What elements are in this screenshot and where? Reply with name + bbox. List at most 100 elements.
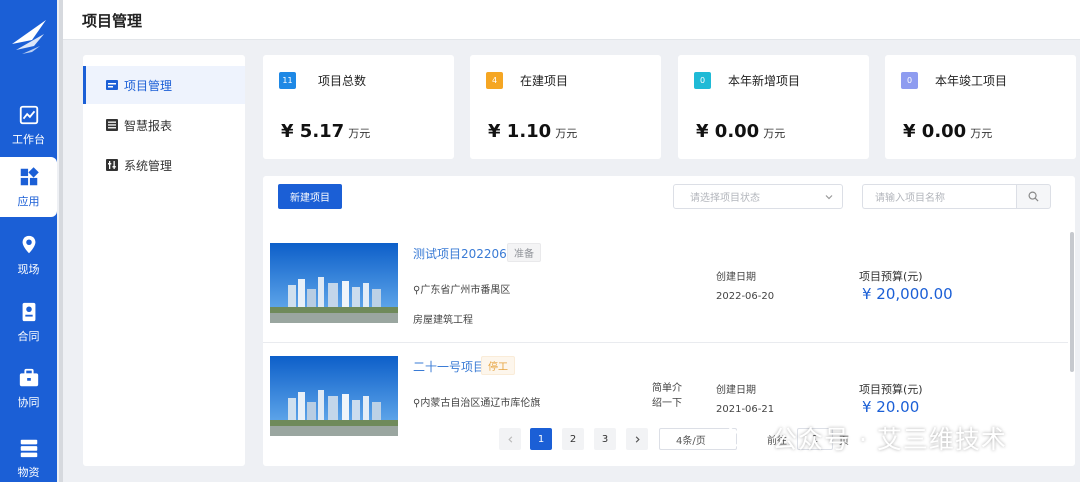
chevron-down-icon [825, 195, 833, 200]
next-page-button[interactable] [626, 428, 648, 450]
page-title: 项目管理 [82, 12, 143, 30]
stat-value: ¥ 1.10 万元 [488, 121, 577, 142]
stat-value: ¥ 0.00 万元 [903, 121, 992, 142]
search-placeholder: 请输入项目名称 [875, 193, 945, 204]
stat-card-in-progress: 4 在建项目 ¥ 1.10 万元 [470, 55, 661, 159]
rail-item-label: 合同 [17, 329, 40, 343]
rail-item-label: 物资 [17, 465, 40, 479]
stat-amount: ¥ 5.17 [281, 121, 345, 142]
rail-item-label: 现场 [17, 262, 40, 276]
created-date-label: 创建日期 [716, 272, 756, 283]
page-button-2[interactable]: 2 [562, 428, 584, 450]
chart-line-icon [19, 105, 38, 124]
status-badge: 停工 [481, 356, 515, 375]
top-header: 项目管理 [63, 0, 1080, 40]
submenu-item-project-management[interactable]: 项目管理 [83, 66, 245, 104]
project-name[interactable]: 测试项目20220620 [413, 245, 522, 262]
chevron-left-icon [507, 435, 512, 443]
page-size-value: 4条/页 [676, 435, 706, 447]
rail-item-label: 协同 [17, 395, 40, 409]
budget-value: ¥ 20.00 [862, 398, 920, 416]
nav-rail: 工作台 应用 现场 合同 协同 物资 [0, 0, 57, 482]
contract-icon [22, 302, 35, 321]
stat-label: 本年新增项目 [728, 74, 801, 88]
rail-item-apps[interactable]: 应用 [0, 157, 57, 217]
sliders-icon [106, 159, 118, 171]
budget-value: ¥ 20,000.00 [862, 285, 953, 303]
stat-badge: 0 [901, 72, 918, 89]
stat-value: ¥ 0.00 万元 [696, 121, 785, 142]
search-icon [1028, 191, 1039, 202]
project-intro: 简单介绍一下 [652, 383, 682, 409]
rail-item-contract[interactable]: 合同 [0, 292, 57, 352]
chevron-right-icon [635, 435, 640, 443]
stat-card-new-this-year: 0 本年新增项目 ¥ 0.00 万元 [678, 55, 869, 159]
page-button-3[interactable]: 3 [594, 428, 616, 450]
server-stack-icon [20, 439, 37, 457]
list-scrollbar[interactable] [1070, 232, 1074, 372]
created-date: 2021-06-21 [716, 404, 775, 415]
stat-badge: 4 [486, 72, 503, 89]
location-pin-icon [22, 235, 35, 253]
status-select-placeholder: 请选择项目状态 [690, 193, 760, 204]
project-thumbnail [270, 243, 398, 323]
stat-unit: 万元 [348, 127, 371, 140]
city-skyline-image [270, 356, 398, 436]
stat-amount: ¥ 1.10 [488, 121, 552, 142]
rail-item-workbench[interactable]: 工作台 [0, 95, 57, 155]
submenu-item-label: 智慧报表 [124, 118, 173, 133]
page-button-1[interactable]: 1 [530, 428, 552, 450]
apps-icon [20, 166, 39, 185]
stat-label: 本年竣工项目 [935, 74, 1008, 88]
stat-card-total-projects: 11 项目总数 ¥ 5.17 万元 [263, 55, 454, 159]
submenu-item-label: 项目管理 [124, 78, 173, 93]
folder-icon [106, 80, 118, 90]
stat-badge: 0 [694, 72, 711, 89]
status-badge: 准备 [507, 243, 541, 262]
rail-item-collab[interactable]: 协同 [0, 358, 57, 418]
project-location: ⚲广东省广州市番禺区 [413, 281, 510, 296]
submenu-item-smart-report[interactable]: 智慧报表 [83, 106, 245, 144]
stat-unit: 万元 [763, 127, 786, 140]
rail-item-site[interactable]: 现场 [0, 225, 57, 285]
report-list-icon [106, 119, 118, 131]
stat-amount: ¥ 0.00 [696, 121, 760, 142]
project-category: 房屋建筑工程 [413, 315, 473, 326]
submenu-item-system-management[interactable]: 系统管理 [83, 146, 245, 184]
location-text: 内蒙古自治区通辽市库伦旗 [420, 398, 541, 409]
secondary-menu: 项目管理 智慧报表 系统管理 [83, 55, 245, 466]
project-row[interactable]: 测试项目20220620 准备 ⚲广东省广州市番禺区 房屋建筑工程 创建日期 2… [263, 231, 1068, 343]
stat-unit: 万元 [555, 127, 578, 140]
project-name[interactable]: 二十一号项目 [413, 358, 485, 375]
status-select[interactable]: 请选择项目状态 [673, 184, 843, 209]
rail-item-materials[interactable]: 物资 [0, 428, 57, 482]
created-date: 2022-06-20 [716, 291, 775, 302]
new-project-button[interactable]: 新建项目 [278, 184, 342, 209]
project-location: ⚲内蒙古自治区通辽市库伦旗 [413, 394, 540, 409]
location-text: 广东省广州市番禺区 [420, 285, 511, 296]
project-thumbnail [270, 356, 398, 436]
row-divider [263, 342, 1068, 343]
budget-label: 项目预算(元) [859, 270, 923, 283]
stat-value: ¥ 5.17 万元 [281, 121, 370, 142]
stat-unit: 万元 [970, 127, 993, 140]
stat-amount: ¥ 0.00 [903, 121, 967, 142]
wechat-icon [726, 422, 764, 453]
project-search-input[interactable]: 请输入项目名称 [862, 184, 1016, 209]
stat-label: 项目总数 [318, 74, 367, 88]
rail-item-label: 工作台 [12, 132, 45, 146]
watermark: 公众号 · 艾三维技术 [726, 416, 1056, 460]
stat-card-completed-this-year: 0 本年竣工项目 ¥ 0.00 万元 [885, 55, 1076, 159]
logo-icon [12, 20, 46, 54]
briefcase-icon [19, 368, 38, 386]
rail-scrollbar[interactable] [59, 0, 63, 482]
city-skyline-image [270, 243, 398, 323]
stat-badge: 11 [279, 72, 296, 89]
watermark-text: 公众号 · 艾三维技术 [772, 425, 1007, 454]
prev-page-button[interactable] [499, 428, 521, 450]
stat-label: 在建项目 [520, 74, 569, 88]
search-button[interactable] [1016, 184, 1051, 209]
submenu-item-label: 系统管理 [124, 158, 173, 173]
budget-label: 项目预算(元) [859, 383, 923, 396]
rail-item-label: 应用 [17, 194, 40, 208]
